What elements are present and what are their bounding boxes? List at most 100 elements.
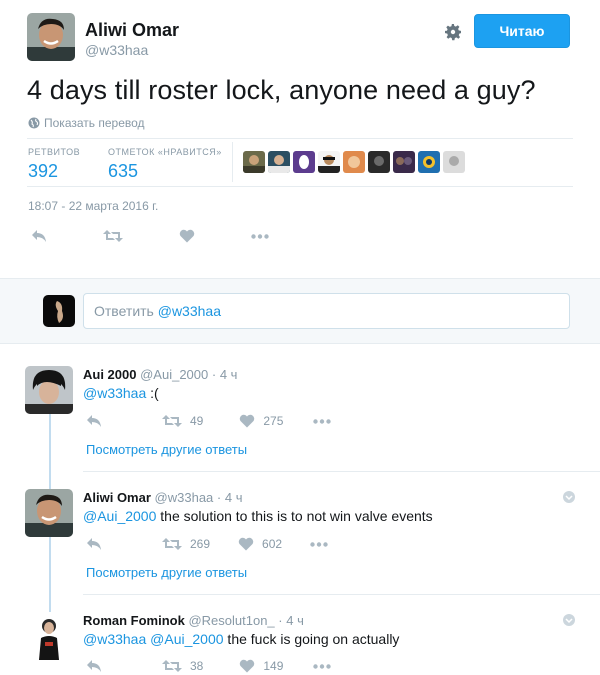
retweet-count: 38 [190,659,204,673]
reply-icon [32,230,46,242]
liker-avatar[interactable] [268,151,290,173]
liker-avatars [243,151,465,173]
retweets-count: 392 [28,161,59,181]
reply-placeholder-mention: @w33haa [157,303,221,319]
like-button[interactable] [179,229,195,243]
retweet-button[interactable]: 49 [162,414,203,428]
heart-icon [240,659,255,673]
globe-icon [28,117,40,129]
like-count: 149 [263,659,284,673]
liker-avatar[interactable] [343,151,365,173]
reply-author-handle[interactable]: @Aui_2000 [140,367,208,382]
reply-avatar[interactable] [25,366,73,414]
liker-avatar[interactable] [243,151,265,173]
retweet-button[interactable]: 269 [162,537,210,551]
reply-icon [87,538,101,550]
liker-avatar[interactable] [368,151,390,173]
tweet-text: 4 days till roster lock, anyone need a g… [27,75,536,105]
reply-mention[interactable]: @w33haa [83,631,146,647]
reply-author-handle[interactable]: @w33haa [155,490,214,505]
reply-text-body: the solution to this is to not win valve… [156,508,433,524]
reply-divider [83,471,600,472]
reply-time[interactable]: · 4 ч [278,613,304,628]
reply-actions: 269 602 [86,537,328,551]
author-avatar[interactable] [27,13,75,61]
reply-text: @w33haa :( [83,385,159,401]
stats-divider-bottom [27,186,573,187]
retweets-label: РЕТВИТОВ [28,147,81,157]
reply-compose: Ответить @w33haa [0,278,600,344]
reply-menu-icon[interactable] [563,491,575,503]
follow-button[interactable]: Читаю [474,14,570,48]
like-button[interactable]: 149 [239,659,283,673]
reply-time[interactable]: · 4 ч [212,367,238,382]
reply-button[interactable] [86,414,102,428]
more-button[interactable] [313,418,332,424]
liker-avatar[interactable] [293,151,315,173]
like-button[interactable]: 275 [239,414,283,428]
reply-icon [87,660,101,672]
show-more-replies[interactable]: Посмотреть другие ответы [86,442,247,457]
tweet-actions [31,229,325,243]
reply-mention[interactable]: @Aui_2000 [83,508,156,524]
retweet-icon [162,660,182,672]
reply-author-name[interactable]: Aliwi Omar [83,490,151,505]
reply-avatar[interactable] [25,612,73,660]
retweet-icon [162,415,182,427]
author-handle[interactable]: @w33haa [85,42,148,58]
reply-button[interactable] [86,659,102,673]
stats-divider-top [27,138,573,139]
reply-icon [87,415,101,427]
reply-button[interactable] [31,229,47,243]
more-button[interactable] [313,663,332,669]
reply-mention[interactable]: @w33haa [83,385,146,401]
reply-author-handle[interactable]: @Resolut1on_ [188,613,274,628]
liker-avatar[interactable] [393,151,415,173]
reply-actions: 38 149 [86,659,332,673]
like-count: 275 [263,414,284,428]
heart-icon [179,229,195,243]
stats-vertical-divider [232,142,233,182]
heart-icon [238,537,254,551]
reply-mention-2[interactable]: @Aui_2000 [150,631,223,647]
retweet-count: 269 [190,537,211,551]
heart-icon [240,414,255,428]
reply-header: Aui 2000 @Aui_2000 · 4 ч [83,367,237,382]
more-icon [313,663,332,669]
retweet-button[interactable]: 38 [162,659,203,673]
reply-author-name[interactable]: Aui 2000 [83,367,136,382]
translate-link[interactable]: Показать перевод [28,116,145,130]
show-more-replies[interactable]: Посмотреть другие ответы [86,565,247,580]
more-icon [310,541,328,547]
more-button[interactable] [310,541,328,547]
liker-avatar[interactable] [318,151,340,173]
like-count: 602 [262,537,283,551]
reply-menu-icon[interactable] [563,614,575,626]
reply-input[interactable]: Ответить @w33haa [83,293,570,329]
retweet-stat[interactable]: РЕТВИТОВ 392 [28,147,80,182]
reply-header: Roman Fominok @Resolut1on_ · 4 ч [83,613,304,628]
retweet-count: 49 [190,414,204,428]
tweet-timestamp[interactable]: 18:07 - 22 марта 2016 г. [28,199,158,213]
retweet-icon [103,230,123,242]
liker-avatar[interactable] [418,151,440,173]
reply-author-name[interactable]: Roman Fominok [83,613,185,628]
reply-header: Aliwi Omar @w33haa · 4 ч [83,490,242,505]
current-user-avatar[interactable] [43,295,75,327]
retweet-button[interactable] [103,229,123,243]
more-icon [313,418,332,424]
more-button[interactable] [251,233,269,239]
reply-text: @Aui_2000 the solution to this is to not… [83,508,433,524]
reply-actions: 49 275 [86,414,332,428]
likes-label: ОТМЕТОК «НРАВИТСЯ» [108,147,222,157]
gear-icon[interactable] [443,22,463,42]
likes-stat[interactable]: ОТМЕТОК «НРАВИТСЯ» 635 [108,147,222,182]
reply-text-body: the fuck is going on actually [223,631,400,647]
like-button[interactable]: 602 [238,537,282,551]
liker-avatar[interactable] [443,151,465,173]
reply-time[interactable]: · 4 ч [217,490,243,505]
reply-button[interactable] [86,537,102,551]
author-name[interactable]: Aliwi Omar [85,20,179,41]
reply-placeholder-prefix: Ответить [94,303,158,319]
reply-avatar[interactable] [25,489,73,537]
